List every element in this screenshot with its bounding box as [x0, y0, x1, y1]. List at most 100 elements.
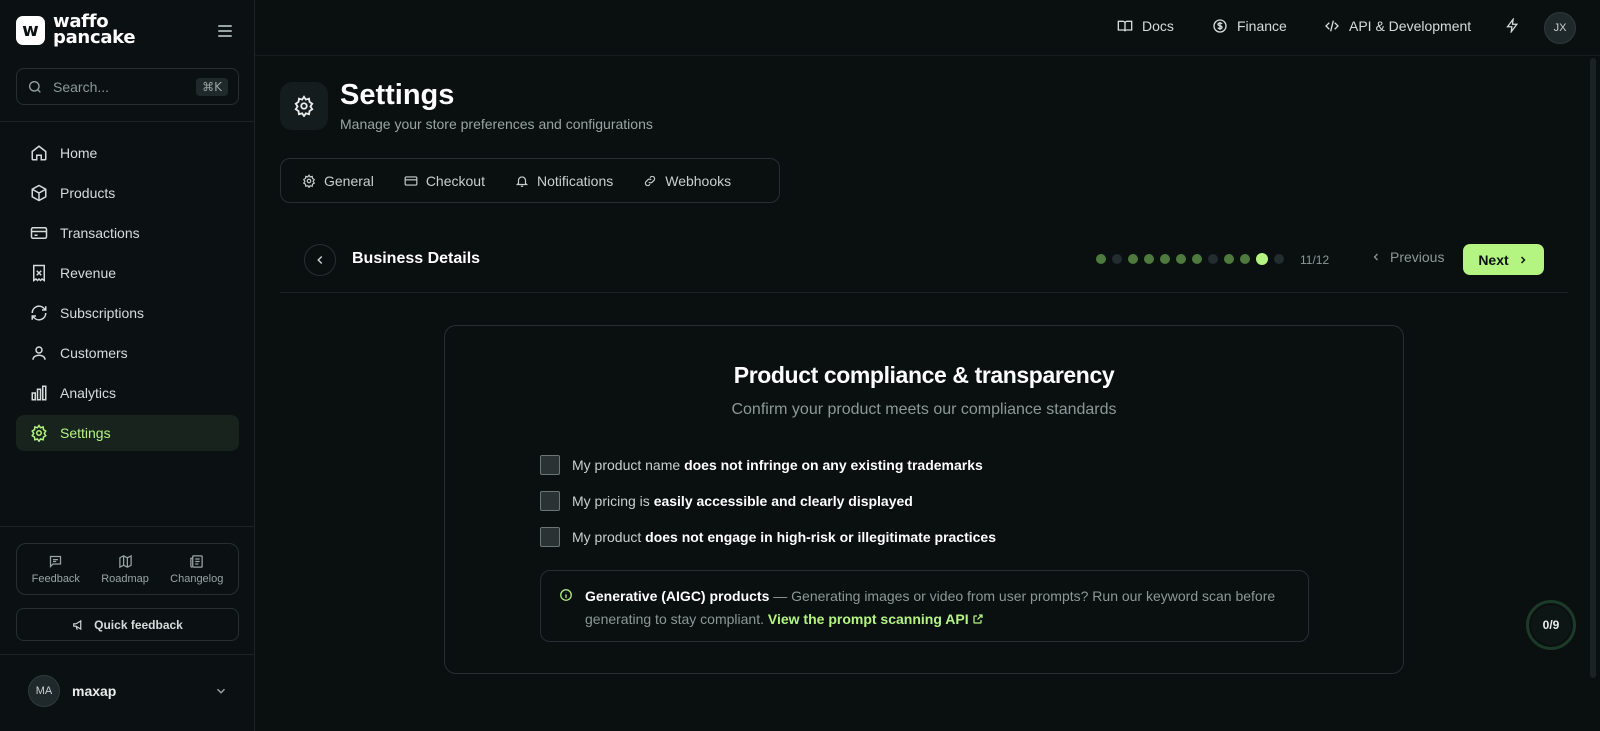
quick-feedback-button[interactable]: Quick feedback [16, 608, 239, 641]
user-menu[interactable]: MA maxap [28, 675, 228, 707]
step-divider [280, 292, 1568, 293]
page-scrollbar[interactable] [1590, 58, 1596, 678]
credit-card-icon [404, 175, 418, 186]
lightning-icon [1506, 18, 1519, 33]
gear-icon [294, 95, 314, 117]
home-icon [31, 145, 47, 161]
sidebar-item-label: Settings [60, 425, 111, 441]
avatar: MA [28, 675, 60, 707]
map-icon [118, 554, 132, 568]
high-risk-checkbox-row[interactable]: My product does not engage in high-risk … [540, 527, 996, 547]
newspaper-icon [190, 554, 203, 568]
onboarding-progress-badge[interactable]: 0/9 [1526, 600, 1576, 650]
link-icon [645, 175, 656, 186]
code-icon [1325, 20, 1339, 32]
sidebar-item-transactions[interactable]: Transactions [16, 215, 239, 251]
tab-label: General [324, 172, 374, 189]
next-button[interactable]: Next [1463, 244, 1544, 275]
step-dot-9 [1224, 254, 1234, 264]
sidebar-item-label: Revenue [60, 265, 117, 281]
checkbox-label-bold: does not engage in high-risk or illegiti… [645, 529, 996, 545]
compliance-title: Product compliance & transparency [733, 362, 1115, 388]
dollar-circle-icon [1213, 19, 1227, 33]
checkbox-label-prefix: My pricing is [572, 493, 654, 509]
pricing-checkbox-row[interactable]: My pricing is easily accessible and clea… [540, 491, 913, 511]
receipt-icon [33, 264, 45, 282]
sidebar-item-label: Customers [60, 345, 128, 361]
tab-webhooks[interactable]: Webhooks [630, 165, 744, 197]
prompt-scanning-api-link[interactable]: View the prompt scanning API [768, 611, 985, 627]
previous-button[interactable]: Previous [1370, 249, 1444, 265]
sidebar-item-label: Transactions [60, 225, 140, 241]
changelog-label: Changelog [170, 572, 224, 585]
search-input[interactable]: Search... ⌘K [16, 68, 239, 105]
checkbox-label-bold: does not infringe on any existing tradem… [684, 457, 983, 473]
user-name: maxap [72, 683, 117, 699]
tab-checkout[interactable]: Checkout [391, 165, 498, 197]
changelog-link[interactable]: Changelog [170, 554, 223, 585]
user-icon [32, 346, 46, 360]
aigc-info-box: Generative (AIGC) products — Generating … [540, 570, 1309, 642]
api-development-label: API & Development [1349, 18, 1472, 34]
tab-notifications[interactable]: Notifications [502, 165, 626, 197]
trademark-checkbox-row[interactable]: My product name does not infringe on any… [540, 455, 983, 475]
compliance-card: Product compliance & transparency Confir… [444, 325, 1404, 674]
sidebar-item-label: Subscriptions [60, 305, 145, 321]
search-icon [29, 80, 41, 93]
sidebar-item-customers[interactable]: Customers [16, 335, 239, 371]
sidebar-item-label: Products [60, 185, 116, 201]
settings-tabs: General Checkout Notifications Webhooks [280, 158, 780, 203]
info-icon [560, 589, 572, 601]
pricing-checkbox[interactable] [540, 491, 560, 511]
back-button[interactable] [304, 244, 336, 276]
sidebar-item-home[interactable]: Home [16, 135, 239, 171]
box-icon [31, 184, 47, 202]
account-avatar[interactable]: JX [1544, 12, 1576, 44]
refresh-icon [31, 305, 47, 321]
prompt-scanning-api-label: View the prompt scanning API [767, 611, 969, 627]
step-counter: 11/12 [1300, 253, 1330, 267]
step-dot-5 [1160, 254, 1170, 264]
book-icon [1117, 20, 1133, 32]
api-development-link[interactable]: API & Development [1324, 18, 1471, 34]
bell-icon [515, 175, 529, 187]
trademark-checkbox[interactable] [540, 455, 560, 475]
logo-line-2: pancake [53, 27, 136, 48]
brand-logo[interactable]: w waffo pancake [16, 13, 136, 48]
sidebar: w waffo pancake Search... ⌘K Home Produc… [0, 0, 255, 731]
logo-mark-icon: w [16, 15, 45, 45]
feedback-link[interactable]: Feedback [32, 554, 80, 585]
docs-link[interactable]: Docs [1117, 18, 1174, 34]
step-dot-11 [1256, 253, 1268, 265]
checkbox-label: My product name does not infringe on any… [572, 457, 983, 473]
checkbox-label-prefix: My product [572, 529, 646, 545]
finance-link[interactable]: Finance [1212, 18, 1287, 34]
logo-text: waffo pancake [53, 13, 136, 48]
checkbox-label-prefix: My product name [572, 457, 685, 473]
sidebar-item-products[interactable]: Products [16, 175, 239, 211]
page-title: Settings [340, 79, 455, 111]
sidebar-nav: Home Products Transactions Revenue Subsc… [16, 135, 239, 455]
sidebar-item-revenue[interactable]: Revenue [16, 255, 239, 291]
tab-label: Notifications [536, 172, 614, 189]
step-title: Business Details [352, 250, 481, 267]
compliance-subtitle: Confirm your product meets our complianc… [731, 401, 1117, 418]
high-risk-checkbox[interactable] [540, 527, 560, 547]
sidebar-item-analytics[interactable]: Analytics [16, 375, 239, 411]
hamburger-menu-icon[interactable] [218, 25, 232, 37]
next-label: Next [1478, 251, 1509, 268]
roadmap-link[interactable]: Roadmap [101, 554, 149, 585]
sidebar-divider [0, 654, 255, 655]
sidebar-item-label: Home [60, 145, 98, 161]
sidebar-item-subscriptions[interactable]: Subscriptions [16, 295, 239, 331]
tab-general[interactable]: General [289, 165, 387, 197]
sidebar-item-settings[interactable]: Settings [16, 415, 239, 451]
checkbox-label: My pricing is easily accessible and clea… [572, 493, 913, 509]
step-dot-3 [1128, 254, 1138, 264]
chevron-left-icon [317, 255, 323, 265]
lightning-button[interactable] [1505, 18, 1520, 33]
megaphone-icon [73, 619, 82, 630]
sidebar-divider [0, 526, 255, 527]
step-dot-4 [1144, 254, 1154, 264]
step-dot-10 [1240, 254, 1250, 264]
